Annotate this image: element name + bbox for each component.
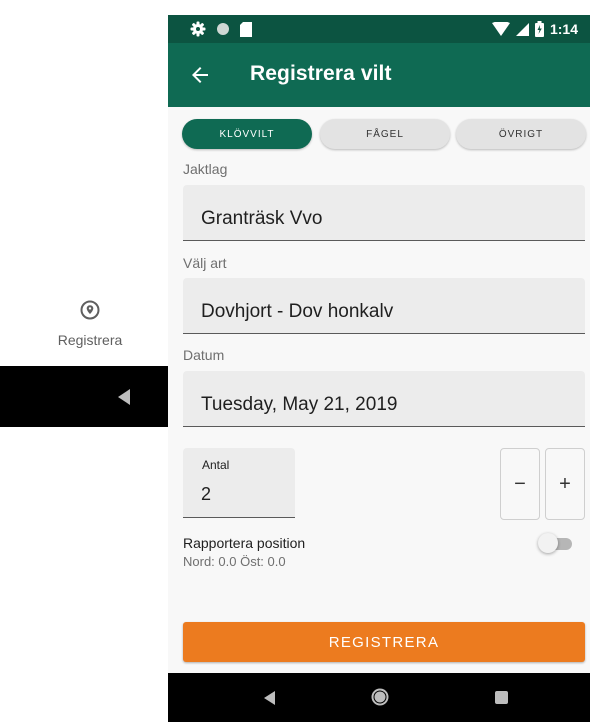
location-pin-icon	[80, 300, 100, 320]
increment-button[interactable]: +	[545, 448, 585, 520]
antal-label: Antal	[202, 458, 230, 472]
status-icons-left	[190, 20, 252, 38]
background-app: Registrera	[0, 0, 168, 722]
jaktlag-field[interactable]: Granträsk Vvo	[183, 185, 585, 241]
system-nav-bar	[168, 673, 590, 722]
datum-label: Datum	[183, 347, 225, 363]
antal-field[interactable]: Antal 2	[183, 448, 295, 518]
art-field[interactable]: Dovhjort - Dov honkalv	[183, 278, 585, 334]
register-button[interactable]: REGISTRERA	[183, 622, 585, 662]
wifi-icon	[491, 22, 510, 36]
datum-field[interactable]: Tuesday, May 21, 2019	[183, 371, 585, 427]
jaktlag-value: Granträsk Vvo	[201, 208, 323, 229]
arrow-left-icon[interactable]	[188, 63, 212, 87]
back-triangle-icon[interactable]	[113, 386, 135, 408]
bg-nav-item-registrera[interactable]: Registrera	[40, 298, 140, 348]
jaktlag-label: Jaktlag	[183, 161, 228, 177]
segment-ovrigt[interactable]: ÖVRIGT	[456, 119, 586, 149]
back-triangle-icon[interactable]	[260, 688, 280, 708]
signal-icon	[515, 22, 529, 36]
bg-nav-label: Registrera	[57, 332, 123, 348]
category-segments: KLÖVVILT FÅGEL ÖVRIGT	[182, 119, 586, 149]
segment-klovvilt[interactable]: KLÖVVILT	[182, 119, 312, 149]
position-label: Rapportera position	[183, 535, 306, 551]
position-coords: Nord: 0.0 Öst: 0.0	[183, 554, 286, 569]
status-bar: 1:14	[168, 15, 590, 43]
battery-icon	[534, 21, 544, 37]
page-title: Registrera vilt	[250, 62, 392, 85]
sd-card-icon	[240, 21, 252, 37]
antal-value: 2	[201, 484, 212, 504]
app-bar: Registrera vilt	[168, 43, 590, 107]
settings-icon	[190, 21, 206, 37]
bg-system-nav-bar	[0, 366, 168, 427]
toggle-thumb	[538, 533, 558, 553]
status-time: 1:14	[549, 21, 578, 37]
recents-square-icon[interactable]	[495, 691, 508, 704]
datum-value: Tuesday, May 21, 2019	[201, 394, 398, 415]
decrement-button[interactable]: −	[500, 448, 540, 520]
phone-screen: 1:14 Registrera vilt KLÖVVILT FÅGEL ÖVRI…	[168, 15, 590, 722]
position-toggle[interactable]	[538, 533, 574, 553]
art-label: Välj art	[183, 255, 227, 271]
home-circle-icon[interactable]	[370, 687, 390, 707]
segment-fagel[interactable]: FÅGEL	[320, 119, 450, 149]
circle-icon	[217, 23, 229, 35]
status-right: 1:14	[491, 19, 578, 39]
art-value: Dovhjort - Dov honkalv	[201, 301, 394, 322]
